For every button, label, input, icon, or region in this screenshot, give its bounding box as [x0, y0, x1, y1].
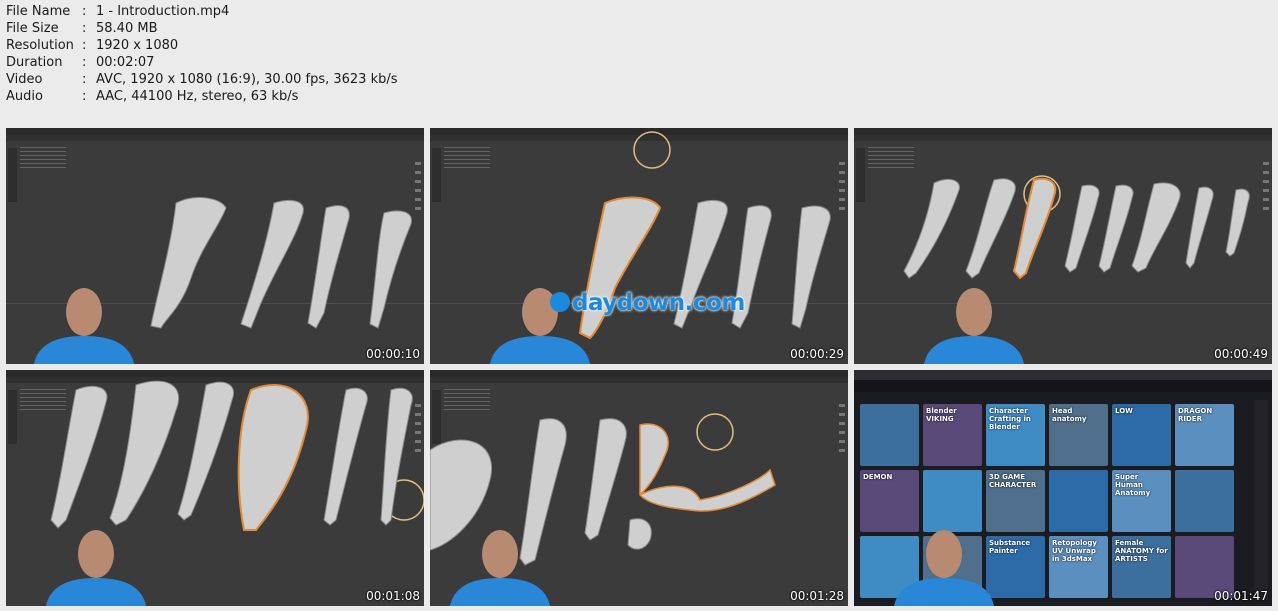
timestamp: 00:00:10	[366, 347, 420, 361]
arm-sculpts-icon	[903, 175, 1250, 280]
browser-tab-bar	[854, 370, 1272, 380]
info-row-duration: Duration : 00:02:07	[6, 54, 398, 71]
course-tile-title: Substance Painter	[989, 539, 1031, 555]
course-tile-title: Super Human Anatomy	[1115, 473, 1151, 497]
file-info-panel: File Name : 1 - Introduction.mp4 File Si…	[6, 3, 398, 105]
info-value: 00:02:07	[96, 55, 155, 70]
video-thumbnail-4[interactable]: 00:01:08	[6, 370, 424, 606]
info-separator: :	[82, 55, 87, 70]
info-key: Duration	[6, 55, 63, 70]
instructor-webcam	[46, 530, 146, 606]
info-row-audio: Audio : AAC, 44100 Hz, stereo, 63 kb/s	[6, 88, 398, 105]
video-thumbnail-3[interactable]: 00:00:49	[854, 128, 1272, 364]
info-row-file-name: File Name : 1 - Introduction.mp4	[6, 3, 398, 20]
course-tile[interactable]: Character Crafting in Blender	[986, 404, 1045, 466]
watermark-logo: daydown.com	[550, 290, 745, 316]
course-tile[interactable]: Super Human Anatomy	[1112, 470, 1171, 532]
course-tile-title: LOW	[1115, 407, 1133, 415]
course-tile[interactable]: DRAGON RIDER	[1175, 404, 1234, 466]
course-tile-title: 3D GAME CHARACTER	[989, 473, 1037, 489]
course-tile[interactable]: LOW	[1112, 404, 1171, 466]
info-separator: :	[82, 38, 87, 53]
info-value: 1 - Introduction.mp4	[96, 4, 230, 19]
site-side-panel	[1254, 400, 1268, 600]
course-tile[interactable]: Female ANATOMY for ARTISTS	[1112, 536, 1171, 598]
timestamp: 00:01:28	[790, 589, 844, 603]
course-tile-title: Blender VIKING	[926, 407, 957, 423]
info-row-resolution: Resolution : 1920 x 1080	[6, 37, 398, 54]
timestamp: 00:00:49	[1214, 347, 1268, 361]
info-key: File Name	[6, 4, 71, 19]
info-key: Audio	[6, 89, 43, 104]
course-tile-title: Character Crafting in Blender	[989, 407, 1031, 431]
instructor-webcam	[894, 530, 994, 606]
video-thumbnail-6[interactable]: Blender VIKING Character Crafting in Blen…	[854, 370, 1272, 606]
info-key: Video	[6, 72, 43, 87]
info-key: Resolution	[6, 38, 74, 53]
course-tile[interactable]: Blender VIKING	[923, 404, 982, 466]
info-separator: :	[82, 89, 87, 104]
info-row-video: Video : AVC, 1920 x 1080 (16:9), 30.00 f…	[6, 71, 398, 88]
info-row-file-size: File Size : 58.40 MB	[6, 20, 398, 37]
course-tile-title: Retopology UV Unwrap in 3dsMax	[1052, 539, 1097, 563]
site-navigation-bar	[854, 380, 1272, 392]
course-tile-title: DRAGON RIDER	[1178, 407, 1213, 423]
course-tile[interactable]: Head anatomy	[1049, 404, 1108, 466]
course-tile-title: Female ANATOMY for ARTISTS	[1115, 539, 1168, 563]
video-thumbnail-2[interactable]: daydown.com 00:00:29	[430, 128, 848, 364]
instructor-webcam	[924, 288, 1024, 364]
video-thumbnail-1[interactable]: 00:00:10	[6, 128, 424, 364]
instructor-webcam	[34, 288, 134, 364]
course-tile[interactable]	[1175, 470, 1234, 532]
info-value: AVC, 1920 x 1080 (16:9), 30.00 fps, 3623…	[96, 72, 398, 87]
info-value: 58.40 MB	[96, 21, 158, 36]
instructor-webcam	[450, 530, 550, 606]
info-value: 1920 x 1080	[96, 38, 179, 53]
course-tile-title: Head anatomy	[1052, 407, 1087, 423]
info-key: File Size	[6, 21, 59, 36]
course-tile[interactable]: Retopology UV Unwrap in 3dsMax	[1049, 536, 1108, 598]
timestamp: 00:01:08	[366, 589, 420, 603]
watermark-text: daydown.com	[572, 290, 745, 316]
watermark-icon	[550, 291, 570, 312]
timestamp: 00:01:47	[1214, 589, 1268, 603]
course-tile[interactable]	[860, 404, 919, 466]
video-thumbnail-5[interactable]: 00:01:28	[430, 370, 848, 606]
course-tile[interactable]: 3D GAME CHARACTER	[986, 470, 1045, 532]
course-tile-title: DEMON	[863, 473, 893, 481]
course-tile[interactable]: Substance Painter	[986, 536, 1045, 598]
timestamp: 00:00:29	[790, 347, 844, 361]
info-separator: :	[82, 72, 87, 87]
info-separator: :	[82, 4, 87, 19]
info-separator: :	[82, 21, 87, 36]
course-tile[interactable]	[1049, 470, 1108, 532]
info-value: AAC, 44100 Hz, stereo, 63 kb/s	[96, 89, 299, 104]
